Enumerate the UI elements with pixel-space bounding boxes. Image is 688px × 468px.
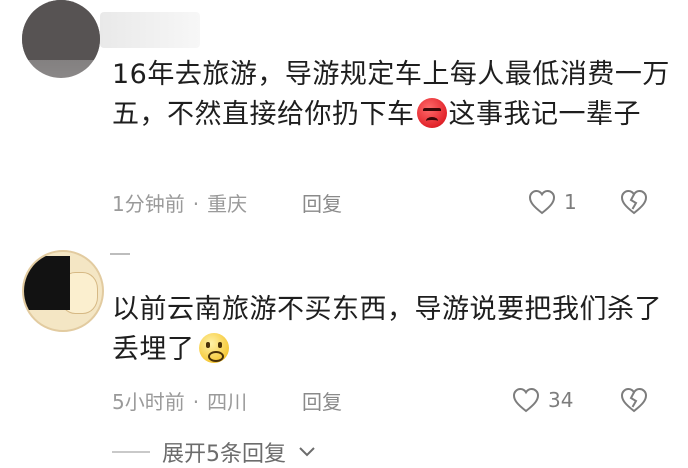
avatar-censor-block <box>24 256 70 310</box>
angry-face-emoji-icon <box>416 98 447 128</box>
broken-heart-icon <box>620 189 648 215</box>
dislike-button[interactable] <box>620 387 648 417</box>
comment-text-part: 以前云南旅游不买东西，导游说要把我们杀了丢埋了 <box>112 294 662 365</box>
comment-text: 以前云南旅游不买东西，导游说要把我们杀了丢埋了 <box>112 290 672 370</box>
comment-text: 16年去旅游，导游规定车上每人最低消费一万五，不然直接给你扔下车 这事我记一辈子 <box>112 55 672 135</box>
expand-replies-button[interactable]: 展开5条回复 <box>112 436 316 468</box>
heart-outline-icon <box>528 189 556 215</box>
comment-meta: 5小时前 · 四川 <box>112 386 247 415</box>
username-dash <box>110 253 130 255</box>
expand-replies-label: 展开5条回复 <box>162 442 286 467</box>
chevron-down-icon <box>299 447 315 457</box>
comment-location: 四川 <box>207 390 248 414</box>
like-button[interactable]: 1 <box>528 189 577 215</box>
heart-outline-icon <box>512 387 540 413</box>
expand-divider-line <box>112 451 150 453</box>
reply-button[interactable]: 回复 <box>302 386 342 415</box>
comment-time: 1分钟前 <box>112 192 185 216</box>
like-button[interactable]: 34 <box>512 387 573 413</box>
like-count: 34 <box>548 388 574 412</box>
like-count: 1 <box>564 190 577 214</box>
comment-text-part: 这事我记一辈子 <box>448 99 641 130</box>
avatar[interactable] <box>22 0 100 78</box>
meta-separator: · <box>192 390 200 414</box>
username-blurred <box>100 12 200 48</box>
avatar[interactable] <box>22 250 104 332</box>
comment-location: 重庆 <box>207 192 248 216</box>
comment-meta: 1分钟前 · 重庆 <box>112 188 247 217</box>
meta-separator: · <box>192 192 200 216</box>
worried-face-emoji-icon <box>198 333 229 363</box>
broken-heart-icon <box>620 387 648 413</box>
dislike-button[interactable] <box>620 189 648 219</box>
comment-time: 5小时前 <box>112 390 185 414</box>
avatar-censor-block <box>22 0 100 60</box>
reply-button[interactable]: 回复 <box>302 188 342 217</box>
